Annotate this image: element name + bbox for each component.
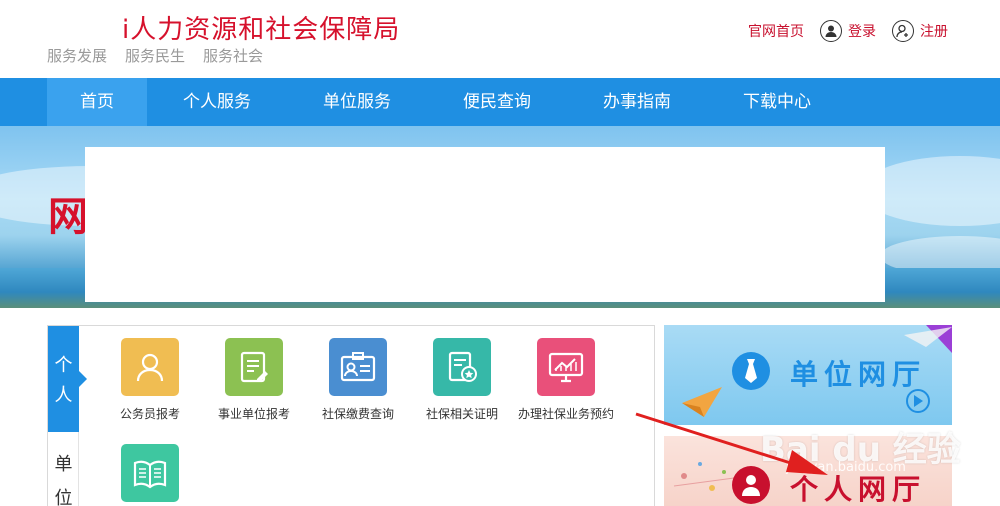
unit-hall-title: 单位网厅 <box>790 358 927 391</box>
service-label: 公务员报考 <box>119 407 180 421</box>
service-social-insurance-payment-query[interactable]: 社保缴费查询 <box>306 338 410 422</box>
tab-personal-char: 个 <box>54 355 73 376</box>
tie-icon <box>732 352 770 390</box>
register-label: 注册 <box>920 24 948 40</box>
baidu-watermark-url: jingyan.baidu.com <box>786 460 906 475</box>
service-tabs: 个 人 单 位 <box>48 326 87 506</box>
slogan: 服务发展 <box>47 47 108 65</box>
login-link[interactable]: 登录 <box>820 20 876 42</box>
slogan: 服务社会 <box>203 47 264 65</box>
tab-unit-char: 单 <box>54 454 73 475</box>
slogan: 服务民生 <box>125 47 186 65</box>
register-link[interactable]: 注册 <box>892 20 948 42</box>
unit-online-hall-panel[interactable]: 单位网厅 <box>664 325 952 425</box>
user-add-icon <box>892 20 914 42</box>
book-icon <box>121 444 179 502</box>
banner-blank-overlay <box>85 147 885 302</box>
tab-personal[interactable]: 个 人 <box>48 326 87 432</box>
service-civil-servant-exam[interactable]: 公务员报考 <box>98 338 202 422</box>
person-icon <box>121 338 179 396</box>
nav-item-guide[interactable]: 办事指南 <box>567 78 707 126</box>
site-title: i人力资源和社会保障局 <box>122 15 401 45</box>
tab-unit[interactable]: 单 位 <box>48 450 79 506</box>
nav-item-home[interactable]: 首页 <box>47 78 147 126</box>
id-card-icon <box>329 338 387 396</box>
nav-item-personal-service[interactable]: 个人服务 <box>147 78 287 126</box>
header: i人力资源和社会保障局 服务发展 服务民生 服务社会 官网首页 登录 注册 <box>0 0 1000 78</box>
main-nav: 首页 个人服务 单位服务 便民查询 办事指南 下载中心 <box>0 78 1000 126</box>
service-institution-exam[interactable]: 事业单位报考 <box>202 338 306 422</box>
service-book[interactable] <box>98 444 202 506</box>
nav-item-public-query[interactable]: 便民查询 <box>427 78 567 126</box>
service-label: 事业单位报考 <box>217 407 290 421</box>
service-box: 个 人 单 位 公务员报考 事业单位报考 社保缴费查询 社保相关证明 办理社保业… <box>47 325 655 506</box>
tab-personal-char: 人 <box>54 385 73 406</box>
play-circle-icon <box>906 389 930 413</box>
tab-unit-char: 位 <box>54 488 73 506</box>
service-business-appointment[interactable]: 办理社保业务预约 <box>514 338 618 422</box>
official-home-link[interactable]: 官网首页 <box>748 21 804 41</box>
top-links: 官网首页 登录 注册 <box>748 20 948 42</box>
login-label: 登录 <box>848 24 876 40</box>
banner-headline: 网 <box>48 194 88 240</box>
monitor-chart-icon <box>537 338 595 396</box>
nav-item-unit-service[interactable]: 单位服务 <box>287 78 427 126</box>
document-edit-icon <box>225 338 283 396</box>
person-icon <box>732 466 770 504</box>
service-label: 社保相关证明 <box>425 407 498 421</box>
service-label: 办理社保业务预约 <box>517 407 614 421</box>
service-social-insurance-certificate[interactable]: 社保相关证明 <box>410 338 514 422</box>
slogans: 服务发展 服务民生 服务社会 <box>47 45 263 66</box>
user-icon <box>820 20 842 42</box>
banner: 网 <box>0 126 1000 308</box>
certificate-icon <box>433 338 491 396</box>
nav-item-download[interactable]: 下载中心 <box>707 78 847 126</box>
service-label: 社保缴费查询 <box>321 407 394 421</box>
